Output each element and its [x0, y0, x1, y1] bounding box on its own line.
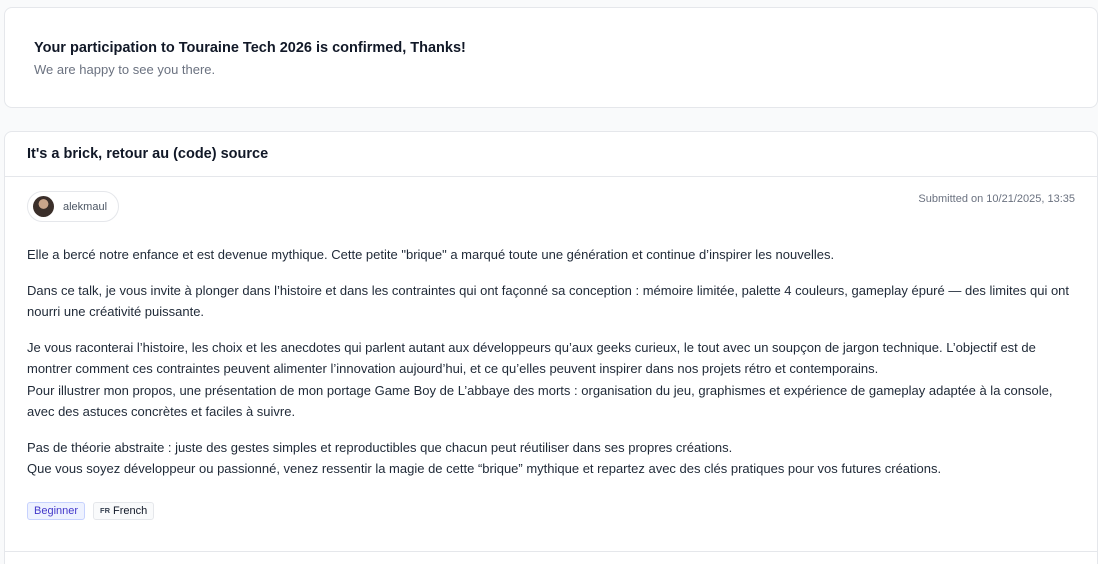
- user-avatar-icon: [33, 196, 54, 217]
- talk-header: It's a brick, retour au (code) source: [5, 132, 1097, 177]
- level-tag: Beginner: [27, 501, 86, 520]
- confirmation-card: Your participation to Touraine Tech 2026…: [4, 7, 1098, 108]
- talk-body: alekmaul Submitted on 10/21/2025, 13:35 …: [5, 177, 1097, 520]
- talk-card: It's a brick, retour au (code) source al…: [4, 131, 1098, 564]
- abstract-paragraph: Dans ce talk, je vous invite à plonger d…: [27, 282, 1070, 320]
- speaker-name: alekmaul: [63, 200, 108, 213]
- language-tag: FR French: [93, 501, 155, 520]
- confirmation-title: Your participation to Touraine Tech 2026…: [34, 40, 466, 56]
- abstract-paragraph: Elle a bercé notre enfance et est devenu…: [27, 247, 835, 262]
- language-code: FR: [100, 506, 111, 515]
- abstract-paragraph: Je vous raconterai l’histoire, les choix…: [27, 339, 1053, 420]
- abstract-paragraph: Pas de théorie abstraite : juste des ges…: [27, 439, 942, 477]
- talk-tags: Beginner FR French: [27, 501, 1075, 520]
- language-label: French: [113, 504, 148, 517]
- card-divider: [5, 551, 1097, 552]
- talk-meta: alekmaul Submitted on 10/21/2025, 13:35: [27, 191, 1075, 222]
- submitted-date: Submitted on 10/21/2025, 13:35: [918, 193, 1075, 205]
- talk-title: It's a brick, retour au (code) source: [27, 146, 269, 162]
- confirmation-subtitle: We are happy to see you there.: [34, 62, 216, 77]
- talk-abstract: Elle a bercé notre enfance et est devenu…: [27, 244, 1075, 480]
- speaker-chip[interactable]: alekmaul: [27, 191, 120, 222]
